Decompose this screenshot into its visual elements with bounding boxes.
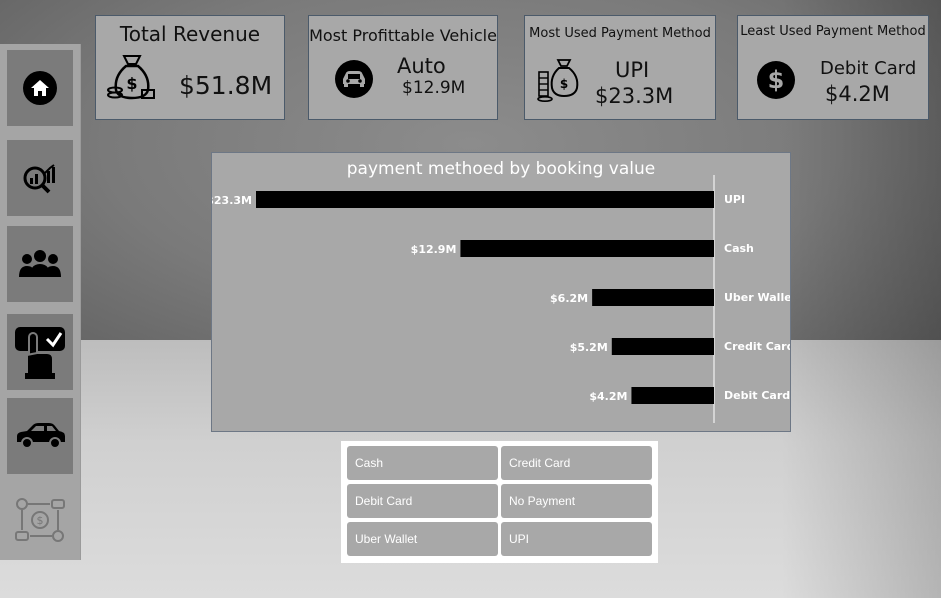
kpi-most-profitable-vehicle-title: Most Profittable Vehicle <box>309 26 497 45</box>
bar-credit-card[interactable] <box>611 338 714 355</box>
slicer-item-upi[interactable]: UPI <box>501 522 652 556</box>
payment-method-chart: payment methoed by booking value $23.3MU… <box>211 152 791 432</box>
nav-money-flow-button[interactable]: $ <box>7 482 73 558</box>
dollar-circle-icon: $ <box>757 61 795 99</box>
kpi-least-used-payment-card: Least Used Payment Method $ Debit Card $… <box>737 15 929 120</box>
bar-debit-card[interactable] <box>631 387 714 404</box>
kpi-total-revenue-title: Total Revenue <box>119 22 261 46</box>
data-label-cash: $12.9M <box>411 243 457 256</box>
kpi-most-profitable-vehicle-card: Most Profittable Vehicle Auto $12.9M <box>308 15 498 120</box>
slicer-item-uber-wallet[interactable]: Uber Wallet <box>347 522 498 556</box>
car-circle-icon <box>335 60 373 98</box>
nav-users-button[interactable] <box>7 226 73 302</box>
money-bag-icon: $ <box>107 55 155 100</box>
kpi-most-profitable-vehicle-value: $12.9M <box>402 78 466 98</box>
kpi-most-used-payment-method: UPI <box>615 58 650 82</box>
svg-text:$: $ <box>560 77 568 91</box>
money-bag-coins-icon: $ <box>537 59 579 102</box>
bar-upi[interactable] <box>256 191 714 208</box>
sidebar: $ <box>0 44 81 560</box>
svg-text:$: $ <box>768 66 785 94</box>
chart-plot-area: $23.3M UPI $12.9M Cash $6.2M Uber Wallet $5.2M… <box>212 175 790 423</box>
category-label-upi: UPI <box>724 193 745 206</box>
touch-check-icon <box>15 327 65 379</box>
car-icon <box>17 423 65 449</box>
kpi-least-used-payment-method: Debit Card <box>820 58 917 79</box>
data-label-debit-card: $4.2M <box>589 390 627 403</box>
kpi-most-used-payment-title: Most Used Payment Method <box>529 26 711 41</box>
kpi-least-used-payment-value: $4.2M <box>825 82 890 106</box>
slicer-item-debit-card[interactable]: Debit Card <box>347 484 498 518</box>
category-label-credit-card: Credit Card <box>724 340 790 353</box>
svg-text:$: $ <box>37 514 44 527</box>
kpi-least-used-payment-title: Least Used Payment Method <box>740 24 926 39</box>
data-label-credit-card: $5.2M <box>570 341 608 354</box>
slicer-item-no-payment[interactable]: No Payment <box>501 484 652 518</box>
bar-uber-wallet[interactable] <box>592 289 714 306</box>
nav-touch-button[interactable] <box>7 314 73 390</box>
bar-cash[interactable] <box>460 240 714 257</box>
category-label-cash: Cash <box>724 242 754 255</box>
slicer-item-credit-card[interactable]: Credit Card <box>501 446 652 480</box>
kpi-most-used-payment-value: $23.3M <box>595 84 674 108</box>
data-label-uber-wallet: $6.2M <box>550 292 588 305</box>
money-flow-icon: $ <box>15 498 65 542</box>
slicer-item-cash[interactable]: Cash <box>347 446 498 480</box>
kpi-most-profitable-vehicle-name: Auto <box>397 54 446 78</box>
svg-text:$: $ <box>126 74 137 93</box>
payment-method-slicer: Cash Credit Card Debit Card No Payment Uber … <box>341 441 658 563</box>
kpi-total-revenue-value: $51.8M <box>179 71 273 100</box>
nav-analytics-button[interactable] <box>7 140 73 216</box>
home-icon <box>23 71 57 105</box>
analytics-icon <box>23 164 55 194</box>
kpi-most-used-payment-card: Most Used Payment Method $ UPI $23.3M <box>524 15 716 120</box>
category-label-uber-wallet: Uber Wallet <box>724 291 790 304</box>
nav-car-button[interactable] <box>7 398 73 474</box>
category-label-debit-card: Debit Card <box>724 389 790 402</box>
users-icon <box>19 250 61 277</box>
nav-home-button[interactable] <box>7 50 73 126</box>
kpi-total-revenue-card: Total Revenue $ $51.8M <box>95 15 285 120</box>
data-label-upi: $23.3M <box>212 194 252 207</box>
